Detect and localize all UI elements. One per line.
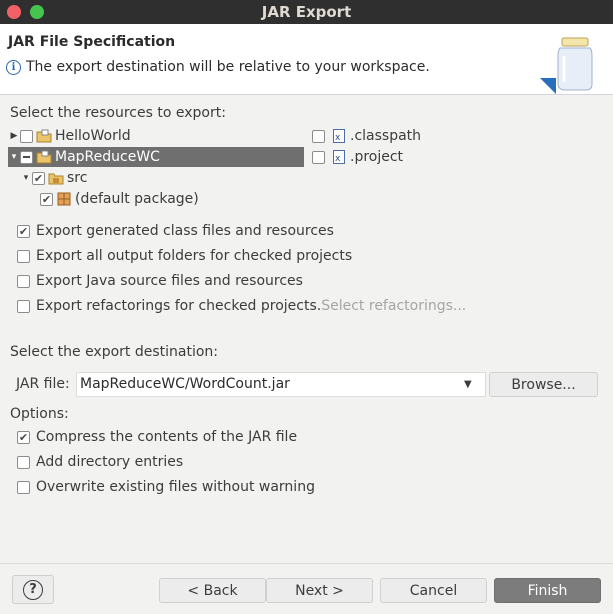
svg-text:x: x <box>335 133 341 143</box>
jar-file-combo[interactable]: MapReduceWC/WordCount.jar ▼ <box>76 372 486 397</box>
help-button[interactable]: ? <box>12 575 54 604</box>
option-label: Overwrite existing files without warning <box>36 479 315 495</box>
header-message: i The export destination will be relativ… <box>6 59 430 75</box>
source-folder-icon <box>48 170 64 186</box>
compress-checkbox[interactable]: ✔ <box>17 430 30 444</box>
helloworld-checkbox[interactable] <box>20 129 33 143</box>
option-label: Export all output folders for checked pr… <box>36 248 353 264</box>
file-item-label: .project <box>350 149 404 165</box>
classpath-checkbox[interactable] <box>312 129 325 143</box>
export-class-files-option[interactable]: ✔ Export generated class files and resou… <box>17 223 334 239</box>
export-refactorings-option[interactable]: Export refactorings for checked projects… <box>17 298 466 314</box>
export-java-source-option[interactable]: Export Java source files and resources <box>17 273 303 289</box>
help-icon: ? <box>23 579 43 600</box>
export-java-source-checkbox[interactable] <box>17 274 30 288</box>
svg-text:x: x <box>335 154 341 164</box>
file-item-project[interactable]: x .project <box>312 147 602 167</box>
title-bar: JAR Export <box>0 0 613 24</box>
tree-item-src[interactable]: ▾ ✔ src <box>20 168 304 188</box>
tree-item-label: src <box>67 170 88 186</box>
src-checkbox[interactable]: ✔ <box>32 171 45 185</box>
maximize-window-button[interactable] <box>30 5 44 19</box>
overwrite-checkbox[interactable] <box>17 480 30 494</box>
option-label: Export Java source files and resources <box>36 273 303 289</box>
export-output-folders-option[interactable]: Export all output folders for checked pr… <box>17 248 352 264</box>
close-window-button[interactable] <box>7 5 21 19</box>
header-message-text: The export destination will be relative … <box>26 59 430 75</box>
tree-item-label: (default package) <box>75 191 199 207</box>
option-label: Export generated class files and resourc… <box>36 223 334 239</box>
option-label: Export refactorings for checked projects… <box>36 298 322 314</box>
tree-item-mapreducewc[interactable]: ▾ MapReduceWC <box>8 147 304 167</box>
add-directory-entries-option[interactable]: Add directory entries <box>17 454 183 470</box>
project-icon <box>36 149 52 165</box>
collapse-arrow-icon[interactable]: ▾ <box>8 152 20 162</box>
select-refactorings-link[interactable]: Select refactorings... <box>321 298 466 314</box>
file-item-classpath[interactable]: x .classpath <box>312 126 602 146</box>
jar-file-label: JAR file: <box>16 376 70 392</box>
expand-arrow-icon[interactable]: ▶ <box>8 131 20 141</box>
default-package-checkbox[interactable]: ✔ <box>40 192 53 206</box>
package-icon <box>56 191 72 207</box>
compress-option[interactable]: ✔ Compress the contents of the JAR file <box>17 429 297 445</box>
jar-icon <box>540 37 593 94</box>
add-directory-entries-checkbox[interactable] <box>17 455 30 469</box>
jar-file-input[interactable]: MapReduceWC/WordCount.jar <box>80 376 290 392</box>
tree-item-label: HelloWorld <box>55 128 131 144</box>
resources-label: Select the resources to export: <box>10 105 226 121</box>
info-icon: i <box>6 59 21 75</box>
tree-item-default-package[interactable]: ✔ (default package) <box>40 189 304 209</box>
finish-button[interactable]: Finish <box>494 578 601 603</box>
tree-item-helloworld[interactable]: ▶ HelloWorld <box>8 126 304 146</box>
project-icon <box>36 128 52 144</box>
export-class-files-checkbox[interactable]: ✔ <box>17 224 30 238</box>
browse-button[interactable]: Browse... <box>489 372 598 397</box>
xml-file-icon: x <box>331 149 347 165</box>
xml-file-icon: x <box>331 128 347 144</box>
page-title: JAR File Specification <box>8 34 176 50</box>
destination-label: Select the export destination: <box>10 344 219 360</box>
dropdown-arrow-icon[interactable]: ▼ <box>464 379 472 390</box>
overwrite-option[interactable]: Overwrite existing files without warning <box>17 479 315 495</box>
window-title: JAR Export <box>261 3 352 21</box>
export-output-folders-checkbox[interactable] <box>17 249 30 263</box>
project-checkbox[interactable] <box>312 150 325 164</box>
back-button[interactable]: < Back <box>159 578 266 603</box>
collapse-arrow-icon[interactable]: ▾ <box>20 173 32 183</box>
options-label: Options: <box>10 406 69 422</box>
mapreducewc-checkbox[interactable] <box>20 150 33 164</box>
next-button[interactable]: Next > <box>266 578 373 603</box>
footer-separator <box>0 563 613 564</box>
option-label: Compress the contents of the JAR file <box>36 429 298 445</box>
cancel-button[interactable]: Cancel <box>380 578 487 603</box>
file-item-label: .classpath <box>350 128 422 144</box>
wizard-header: JAR File Specification i The export dest… <box>0 24 613 95</box>
tree-item-label: MapReduceWC <box>55 149 160 165</box>
export-refactorings-checkbox[interactable] <box>17 299 30 313</box>
option-label: Add directory entries <box>36 454 184 470</box>
